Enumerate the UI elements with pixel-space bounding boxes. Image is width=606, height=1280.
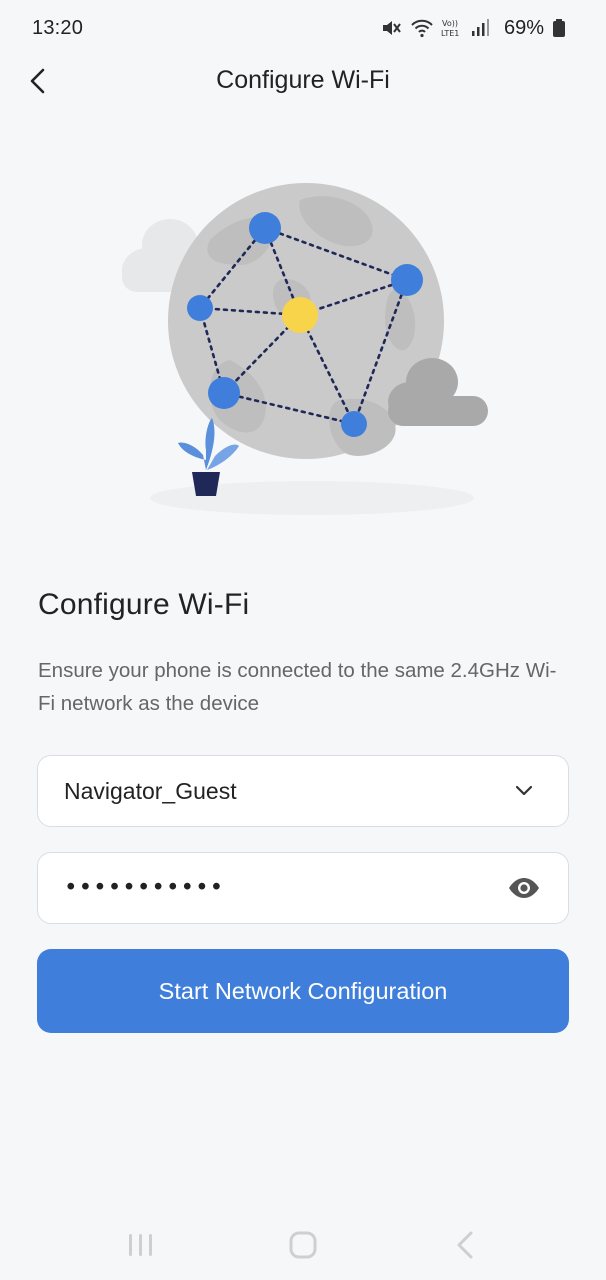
system-back-button[interactable] xyxy=(435,1223,495,1267)
nav-bar: Configure Wi-Fi xyxy=(0,56,606,106)
password-field[interactable] xyxy=(37,852,569,924)
status-bar: 13:20 Vo)) LTE1 69% xyxy=(0,0,606,56)
page-title: Configure Wi-Fi xyxy=(216,66,390,94)
status-icons: Vo)) LTE1 69% xyxy=(380,17,574,40)
signal-icon xyxy=(470,17,492,39)
home-button[interactable] xyxy=(273,1223,333,1267)
wifi-ssid-select[interactable]: Navigator_Guest xyxy=(37,755,569,827)
back-icon xyxy=(457,1231,473,1259)
chevron-down-icon[interactable] xyxy=(506,773,542,809)
network-node xyxy=(249,212,281,244)
recent-apps-icon xyxy=(129,1234,152,1256)
volte-lte-icon: Vo)) LTE1 xyxy=(440,17,462,39)
recent-apps-button[interactable] xyxy=(111,1223,171,1267)
wifi-icon xyxy=(410,17,433,39)
network-globe-illustration xyxy=(110,170,500,530)
home-icon xyxy=(289,1231,317,1259)
eye-icon[interactable] xyxy=(506,870,542,906)
network-node xyxy=(208,377,240,409)
network-node xyxy=(391,264,423,296)
svg-text:LTE1: LTE1 xyxy=(441,29,459,38)
password-input[interactable] xyxy=(64,875,506,901)
network-node xyxy=(187,295,213,321)
mute-icon xyxy=(380,17,402,39)
ssid-value: Navigator_Guest xyxy=(64,777,237,804)
battery-icon xyxy=(552,17,574,39)
screen: 13:20 Vo)) LTE1 69% Configure Wi-Fi Conf… xyxy=(0,0,606,1280)
center-node xyxy=(282,297,318,333)
svg-text:Vo)): Vo)) xyxy=(442,19,458,28)
battery-percent: 69% xyxy=(503,16,544,39)
start-network-configuration-button[interactable]: Start Network Configuration xyxy=(37,949,569,1033)
system-navigation-bar xyxy=(0,1210,606,1280)
status-time: 13:20 xyxy=(32,16,84,39)
section-description: Ensure your phone is connected to the sa… xyxy=(38,659,557,715)
network-node xyxy=(341,411,367,437)
section-title: Configure Wi-Fi xyxy=(38,588,250,621)
